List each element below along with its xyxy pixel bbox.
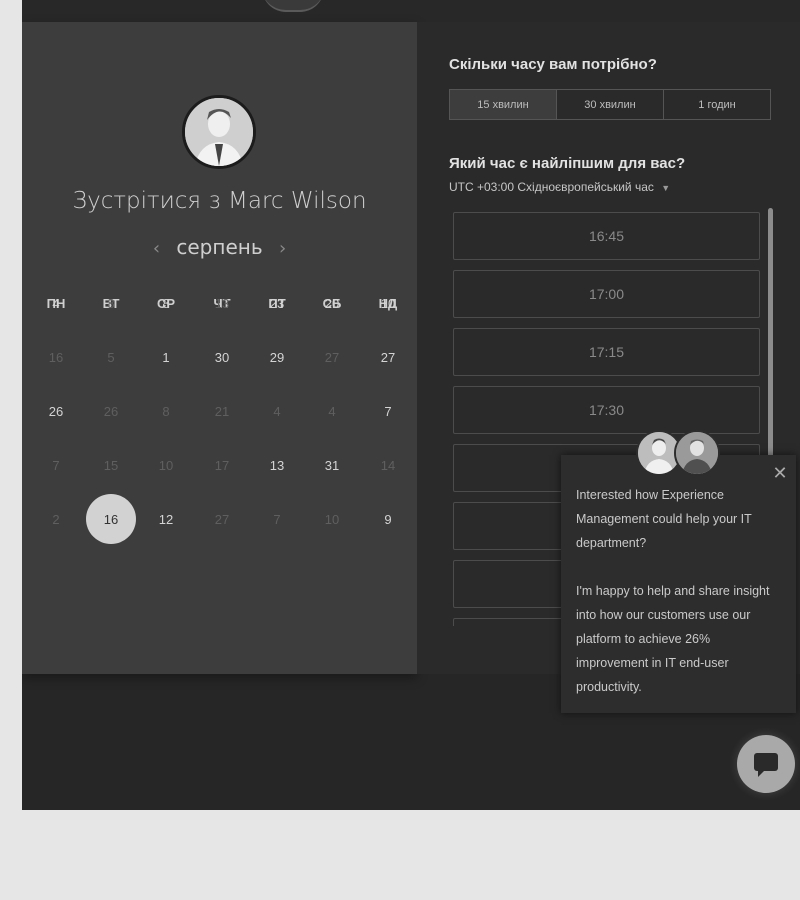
page-title: Зустрітися з Marc Wilson — [22, 188, 417, 214]
chat-launcher-button[interactable] — [737, 735, 795, 793]
host-avatar — [182, 95, 256, 169]
calendar-day: 8 — [162, 403, 170, 419]
calendar-day: 13 — [214, 295, 230, 311]
agent-avatar-2 — [674, 430, 720, 476]
chevron-right-icon[interactable]: › — [269, 238, 296, 259]
calendar-day: 27 — [324, 349, 340, 365]
calendar-day: 15 — [103, 457, 119, 473]
calendar-day: 7 — [273, 511, 281, 527]
calendar-day: 16 — [48, 349, 64, 365]
calendar-day: 8 — [107, 295, 115, 311]
duration-option-30[interactable]: 30 хвилин — [557, 90, 664, 119]
popup-message-2: I'm happy to help and share insight into… — [576, 584, 770, 694]
calendar-day[interactable]: 8 — [141, 278, 191, 328]
timezone-select[interactable]: UTC +03:00 Східноєвропейський час ▼ — [449, 180, 670, 194]
calendar-day[interactable]: 29 — [252, 332, 302, 382]
host-name: Marc Wilson — [228, 188, 367, 214]
calendar-day: 26 — [103, 403, 119, 419]
calendar-day: 5 — [107, 349, 115, 365]
chevron-left-icon[interactable]: ‹ — [143, 238, 170, 259]
calendar-day: 4 — [273, 403, 281, 419]
calendar-day[interactable]: 12 — [141, 494, 191, 544]
calendar-day: 4 — [328, 403, 336, 419]
month-label: серпень — [176, 235, 263, 259]
calendar-day: 10 — [324, 511, 340, 527]
calendar-day[interactable]: 20 — [307, 278, 357, 328]
calendar-day[interactable]: 27 — [363, 332, 413, 382]
timezone-label: UTC +03:00 Східноєвропейський час — [449, 180, 654, 194]
calendar-day[interactable]: 13 — [252, 440, 302, 490]
calendar-day: 27 — [214, 511, 230, 527]
host-title-prefix: Зустрітися з — [72, 188, 221, 214]
time-slot-button[interactable]: 17:00 — [453, 270, 760, 318]
duration-option-60[interactable]: 1 годин — [664, 90, 770, 119]
calendar-day[interactable]: 1 — [141, 332, 191, 382]
calendar-day[interactable]: 31 — [307, 440, 357, 490]
calendar-day[interactable]: 23 — [252, 278, 302, 328]
calendar-day[interactable]: 7 — [363, 386, 413, 436]
time-slot-button[interactable]: 17:15 — [453, 328, 760, 376]
chat-bubble-icon — [754, 753, 778, 777]
agent-avatars — [636, 430, 726, 480]
calendar-day[interactable]: 30 — [197, 332, 247, 382]
calendar-day-selected[interactable]: 16 — [86, 494, 136, 544]
duration-option-15[interactable]: 15 хвилин — [450, 90, 557, 119]
time-heading: Який час є найліпшим для вас? — [449, 155, 686, 172]
calendar-day[interactable]: 10 — [363, 278, 413, 328]
close-icon[interactable]: ✕ — [770, 463, 790, 483]
duration-heading: Скільки часу вам потрібно? — [449, 56, 657, 73]
calendar-day[interactable]: 4 — [31, 278, 81, 328]
calendar-day[interactable]: 9 — [363, 494, 413, 544]
time-slot-button[interactable]: 16:45 — [453, 212, 760, 260]
top-strip — [22, 0, 800, 22]
calendar-day: 2 — [52, 511, 60, 527]
duration-selector: 15 хвилин 30 хвилин 1 годин — [449, 89, 771, 120]
calendar-day[interactable]: 26 — [31, 386, 81, 436]
calendar-day: 7 — [52, 457, 60, 473]
calendar-day: 10 — [158, 457, 174, 473]
person-photo-icon — [676, 432, 718, 474]
calendar-day: 21 — [214, 403, 230, 419]
calendar-day: 17 — [214, 457, 230, 473]
month-navigation: ‹ серпень › — [22, 235, 417, 259]
time-slot-button[interactable]: 17:30 — [453, 386, 760, 434]
slot-list-scrollbar[interactable] — [768, 208, 773, 468]
popup-message-1: Interested how Experience Management cou… — [576, 488, 752, 550]
caret-down-icon: ▼ — [661, 183, 671, 193]
chat-invite-popup: Interested how Experience Management cou… — [561, 455, 796, 713]
person-photo-icon — [185, 98, 253, 166]
host-calendar-panel: Зустрітися з Marc Wilson ‹ серпень › ПН В… — [22, 22, 417, 674]
calendar-day: 14 — [380, 457, 396, 473]
